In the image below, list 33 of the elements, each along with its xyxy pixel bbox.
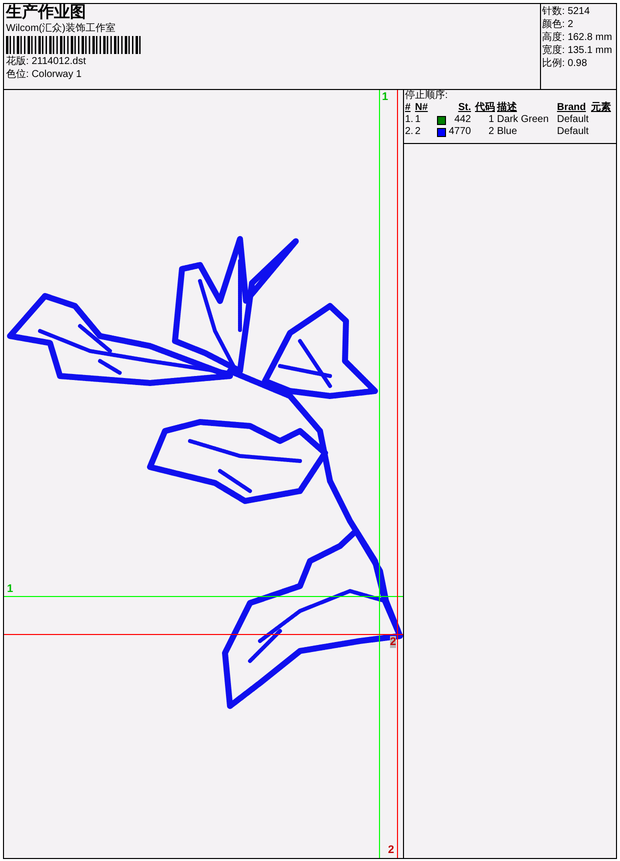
table-cell-text: Default [557,126,590,138]
design-label: 花版: 2114012.dst [6,55,87,68]
table-cell-text: 2 [487,126,495,138]
marker-label: 2 [390,636,396,648]
table-cell-text: Dark Green [497,114,550,126]
page-title: 生产作业图 [6,4,87,22]
stop-sequence-title: 停止顺序: [405,90,449,102]
column-header: N# [415,102,429,114]
stat-text: 颜色: 2 [542,18,574,31]
table-cell-text: Default [557,114,590,126]
stat-text: 针数: 5214 [542,5,591,18]
table-cell-text: 1 [487,114,495,126]
marker-label: 1 [7,583,14,595]
column-header: 代码 [474,102,496,114]
table-cell-text: 1. [405,114,414,126]
stat-text: 高度: 162.8 mm [542,31,614,44]
table-cell-text: 2 [415,126,422,138]
marker-label: 1 [382,91,388,103]
column-header: 描述 [497,102,518,114]
colorway-label: 色位: Colorway 1 [6,68,83,81]
table-cell-text: 2. [405,126,414,138]
column-header: 元素 [591,102,612,114]
stat-text: 宽度: 135.1 mm [542,44,614,57]
marker-label: 2 [388,844,394,856]
table-cell-text: 4770 [448,126,472,138]
column-header: St. [457,102,472,114]
table-cell-text: 1 [415,114,422,126]
stat-text: 比例: 0.98 [542,57,588,70]
table-cell-text: Blue [497,126,518,138]
column-header: # [405,102,412,114]
table-cell-text: 442 [454,114,472,126]
column-header: Brand [557,102,587,114]
company-name: Wilcom(汇众)装饰工作室 [6,22,116,35]
